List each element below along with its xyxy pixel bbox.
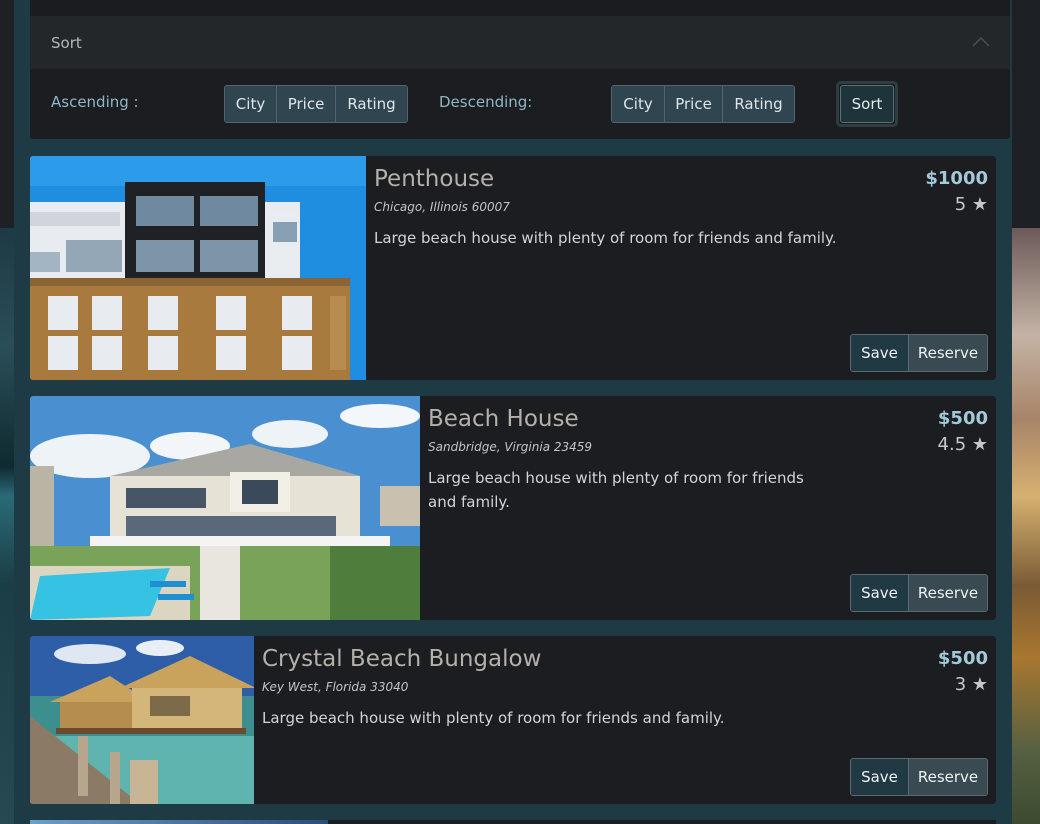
listing-description: Large beach house with plenty of room fo… xyxy=(428,469,804,511)
listing-card-partial xyxy=(30,820,996,824)
reserve-button[interactable]: Reserve xyxy=(909,575,987,611)
chevron-up-icon[interactable] xyxy=(972,36,990,48)
background-photo-left-edge xyxy=(0,228,14,824)
descending-price-button[interactable]: Price xyxy=(665,86,723,122)
sort-button[interactable]: Sort xyxy=(840,85,894,123)
descending-rating-button[interactable]: Rating xyxy=(723,86,794,122)
listing-address: Key West, Florida 33040 xyxy=(262,680,409,694)
ascending-city-button[interactable]: City xyxy=(225,86,277,122)
listing-title[interactable]: Beach House xyxy=(428,406,579,432)
descending-city-button[interactable]: City xyxy=(612,86,665,122)
descending-button-group: City Price Rating xyxy=(611,85,795,123)
descending-label: Descending: xyxy=(439,93,533,111)
save-button[interactable]: Save xyxy=(851,575,909,611)
sort-panel-header[interactable]: Sort xyxy=(30,16,1010,69)
listing-photo xyxy=(30,820,328,824)
listing-title[interactable]: Penthouse xyxy=(374,166,494,192)
listing-price: $500 xyxy=(937,648,988,669)
reserve-button[interactable]: Reserve xyxy=(909,759,987,795)
listing-actions: Save Reserve xyxy=(850,574,988,612)
sort-panel-title: Sort xyxy=(51,33,82,52)
listing-address: Chicago, Illinois 60007 xyxy=(374,200,510,214)
listing-description: Large beach house with plenty of room fo… xyxy=(374,229,837,247)
ascending-price-button[interactable]: Price xyxy=(277,86,336,122)
background-photo-right-edge xyxy=(1012,228,1040,824)
listing-price: $500 xyxy=(937,408,988,429)
top-bar xyxy=(30,0,1010,16)
ascending-label: Ascending : xyxy=(51,93,139,111)
listing-photo xyxy=(30,636,254,804)
listing-photo xyxy=(30,156,366,380)
main-column: Sort Ascending : City Price Rating Desce… xyxy=(14,0,1012,824)
ascending-button-group: City Price Rating xyxy=(224,85,408,123)
listing-photo xyxy=(30,396,420,620)
listing-price: $1000 xyxy=(925,168,988,189)
listing-card: Crystal Beach Bungalow Key West, Florida… xyxy=(30,636,996,804)
listing-actions: Save Reserve xyxy=(850,758,988,796)
listing-address: Sandbridge, Virginia 23459 xyxy=(428,440,593,454)
save-button[interactable]: Save xyxy=(851,335,909,371)
sort-button-focus-ring: Sort xyxy=(836,81,898,127)
reserve-button[interactable]: Reserve xyxy=(909,335,987,371)
listing-card: Beach House Sandbridge, Virginia 23459 L… xyxy=(30,396,996,620)
listing-rating: 3 ★ xyxy=(954,674,988,695)
listing-rating: 5 ★ xyxy=(954,194,988,215)
listing-description: Large beach house with plenty of room fo… xyxy=(262,709,725,727)
ascending-rating-button[interactable]: Rating xyxy=(336,86,407,122)
save-button[interactable]: Save xyxy=(851,759,909,795)
sort-panel: Sort Ascending : City Price Rating Desce… xyxy=(30,16,1010,139)
listing-rating: 4.5 ★ xyxy=(937,434,988,455)
listing-title[interactable]: Crystal Beach Bungalow xyxy=(262,646,541,672)
listing-card: Penthouse Chicago, Illinois 60007 Large … xyxy=(30,156,996,380)
listing-actions: Save Reserve xyxy=(850,334,988,372)
